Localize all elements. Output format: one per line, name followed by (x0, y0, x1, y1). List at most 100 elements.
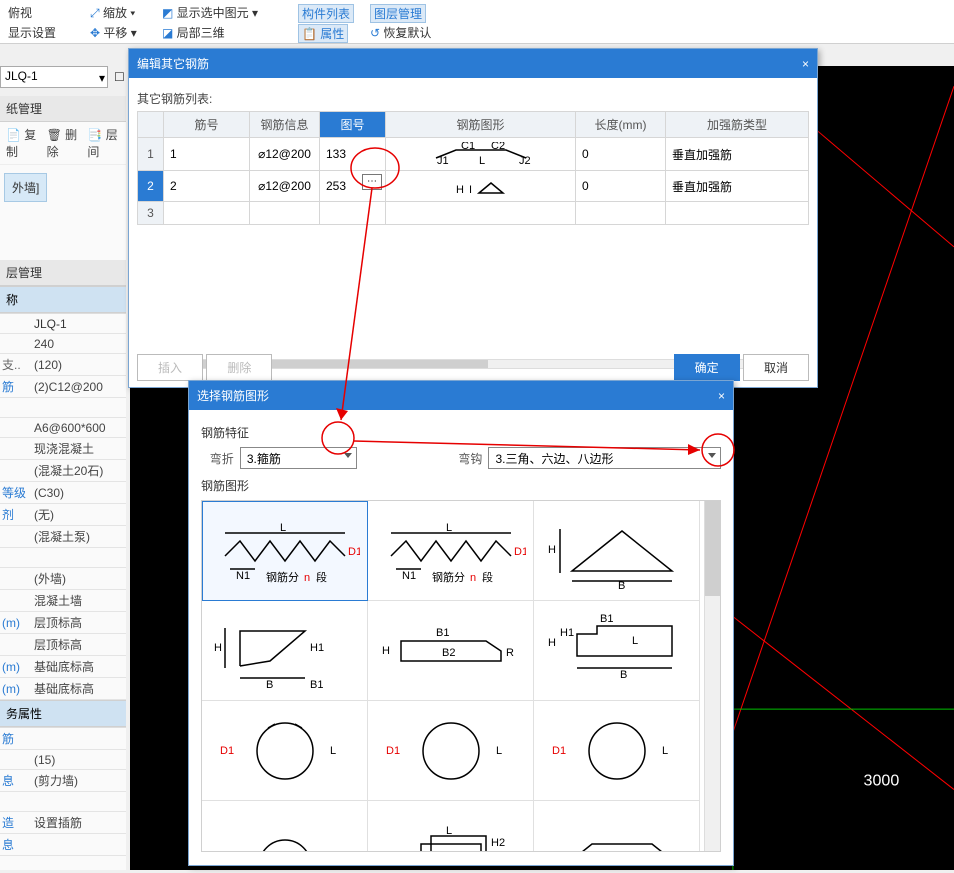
table-row[interactable]: (m)基础底标高 (0, 656, 126, 678)
rebar-feature-label: 钢筋特征 (201, 424, 721, 441)
delete-button[interactable]: 🗑 删除 (47, 126, 80, 160)
svg-text:B: B (620, 669, 627, 681)
table-row[interactable]: 剂(无) (0, 504, 126, 526)
ok-button[interactable]: 确定 (674, 354, 740, 381)
floor-manage-header: 层管理 (0, 260, 126, 286)
svg-text:J1: J1 (437, 155, 449, 166)
table-row[interactable]: 息(剪力墙) (0, 770, 126, 792)
top-view-button[interactable]: 俯视 (8, 4, 32, 21)
table-row[interactable]: (m)基础底标高 (0, 678, 126, 700)
chevron-down-icon (344, 453, 352, 458)
hook-select[interactable]: 3.三角、六边、八边形 (488, 447, 721, 469)
layer-manage-button[interactable]: 图层管理 (370, 4, 426, 23)
table-row[interactable]: 现浇混凝土 (0, 438, 126, 460)
component-list-button[interactable]: 构件列表 (298, 4, 354, 23)
svg-text:n: n (470, 572, 476, 584)
table-row[interactable]: (混凝土泵) (0, 526, 126, 548)
table-row[interactable]: 240 (0, 334, 126, 354)
local-3d-button[interactable]: ◪ 局部三维 (162, 24, 225, 41)
copy-button[interactable]: 📄 复制 (6, 126, 39, 160)
rebar-shape-label: 钢筋图形 (201, 477, 721, 494)
restore-default-button[interactable]: ↺ 恢复默认 (370, 24, 431, 41)
table-row[interactable]: 层顶标高 (0, 634, 126, 656)
table-row[interactable]: 1 1 ⌀12@200 133 J1 J2 C1 C2 L (138, 138, 809, 171)
table-row[interactable]: (混凝土20石) (0, 460, 126, 482)
shape-cell[interactable]: L N1 D1 钢筋分n段 (202, 501, 368, 601)
table-row[interactable]: 等级(C30) (0, 482, 126, 504)
table-row[interactable]: 混凝土墙 (0, 590, 126, 612)
dialog-titlebar[interactable]: 编辑其它钢筋 × (129, 49, 817, 78)
col-info[interactable]: 钢筋信息 (250, 112, 320, 138)
table-row[interactable] (0, 548, 126, 568)
table-row[interactable]: 3 (138, 202, 809, 225)
cancel-button[interactable]: 取消 (743, 354, 809, 381)
component-select[interactable]: JLQ-1 ▾ (0, 66, 108, 88)
col-len[interactable]: 长度(mm) (576, 112, 666, 138)
table-row[interactable] (0, 792, 126, 812)
shape-cell[interactable]: D1 L (202, 701, 368, 801)
svg-text:L: L (662, 745, 668, 757)
bend-select[interactable]: 3.箍筋 (240, 447, 357, 469)
layer-button[interactable]: 📑 层间 (87, 126, 120, 160)
shape-cell[interactable]: H B (534, 501, 700, 601)
table-row[interactable]: (外墙) (0, 568, 126, 590)
shape-cell[interactable]: H H1 B B1 (202, 601, 368, 701)
col-blank (138, 112, 164, 138)
svg-text:钢筋分: 钢筋分 (266, 570, 299, 584)
display-settings-button[interactable]: 显示设置 (8, 24, 56, 41)
edit-other-rebar-dialog: 编辑其它钢筋 × 其它钢筋列表: 筋号 钢筋信息 图号 钢筋图形 长度(mm) … (128, 48, 818, 388)
svg-text:H: H (548, 544, 556, 556)
chevron-down-icon (708, 453, 716, 458)
table-row[interactable]: 造设置插筋 (0, 812, 126, 834)
table-row[interactable]: 筋 (0, 728, 126, 750)
shape-cell[interactable]: HH1 (534, 801, 700, 852)
shape-cell[interactable]: D1L (368, 701, 534, 801)
properties-button[interactable]: 📋 属性 (298, 24, 348, 43)
shape-cell[interactable]: H B1 B2 R (368, 601, 534, 701)
pan-button[interactable]: ✥ 平移 ▾ (90, 24, 137, 41)
col-shape-no[interactable]: 图号 (320, 112, 386, 138)
table-row[interactable]: 支..(120) (0, 354, 126, 376)
shape-cell[interactable]: HH1 B1 L B (534, 601, 700, 701)
shape-grid: L N1 D1 钢筋分n段 L N1 D1 钢筋分n段 H B (201, 500, 721, 852)
col-num[interactable]: 筋号 (164, 112, 250, 138)
shape-cell[interactable]: D1L (202, 801, 368, 852)
table-row[interactable] (0, 398, 126, 418)
svg-text:L: L (446, 522, 452, 534)
svg-text:B2: B2 (442, 647, 455, 659)
outer-wall-tag[interactable]: 外墙] (4, 173, 47, 202)
shape-no-cell-selected[interactable]: 253 ⋯ (320, 171, 386, 202)
dialog-title: 编辑其它钢筋 (137, 55, 209, 72)
svg-text:H: H (548, 637, 556, 649)
show-selected-button[interactable]: ◩ 显示选中图元 ▾ (162, 4, 258, 21)
table-row[interactable]: JLQ-1 (0, 314, 126, 334)
rebar-table: 筋号 钢筋信息 图号 钢筋图形 长度(mm) 加强筋类型 1 1 ⌀12@200… (137, 111, 809, 225)
dialog-titlebar[interactable]: 选择钢筋图形 × (189, 381, 733, 410)
close-icon[interactable]: × (718, 389, 725, 403)
shape-cell[interactable]: L N1 D1 钢筋分n段 (368, 501, 534, 601)
table-row[interactable]: 息 (0, 834, 126, 856)
table-row[interactable]: 筋(2)C12@200 (0, 376, 126, 398)
svg-text:H1: H1 (560, 627, 574, 639)
shape-cell[interactable]: H1LH2 (368, 801, 534, 852)
rebar-list-label: 其它钢筋列表: (137, 90, 809, 107)
svg-text:R: R (506, 647, 514, 659)
shape-cell[interactable]: D1L (534, 701, 700, 801)
close-icon[interactable]: × (802, 57, 809, 71)
zoom-button[interactable]: ⤢ 缩放 ▾ (90, 4, 135, 21)
table-row[interactable]: A6@600*600 (0, 418, 126, 438)
hook-label: 弯钩 (450, 450, 483, 467)
browse-shape-button[interactable]: ⋯ (362, 174, 382, 190)
table-row[interactable]: (15) (0, 750, 126, 770)
col-type[interactable]: 加强筋类型 (666, 112, 809, 138)
col-shape[interactable]: 钢筋图形 (386, 112, 576, 138)
dimension-text: 3000 (864, 772, 900, 790)
delete-row-button[interactable]: 删除 (206, 354, 272, 381)
insert-button[interactable]: 插入 (137, 354, 203, 381)
dialog-title: 选择钢筋图形 (197, 387, 269, 404)
top-toolbar: 俯视 显示设置 ⤢ 缩放 ▾ ✥ 平移 ▾ ◩ 显示选中图元 ▾ ◪ 局部三维 … (0, 0, 954, 44)
table-row[interactable]: 2 2 ⌀12@200 253 ⋯ H I 0 (138, 171, 809, 202)
svg-text:B: B (266, 679, 273, 691)
table-row[interactable]: (m)层顶标高 (0, 612, 126, 634)
vertical-scrollbar[interactable] (704, 501, 720, 851)
